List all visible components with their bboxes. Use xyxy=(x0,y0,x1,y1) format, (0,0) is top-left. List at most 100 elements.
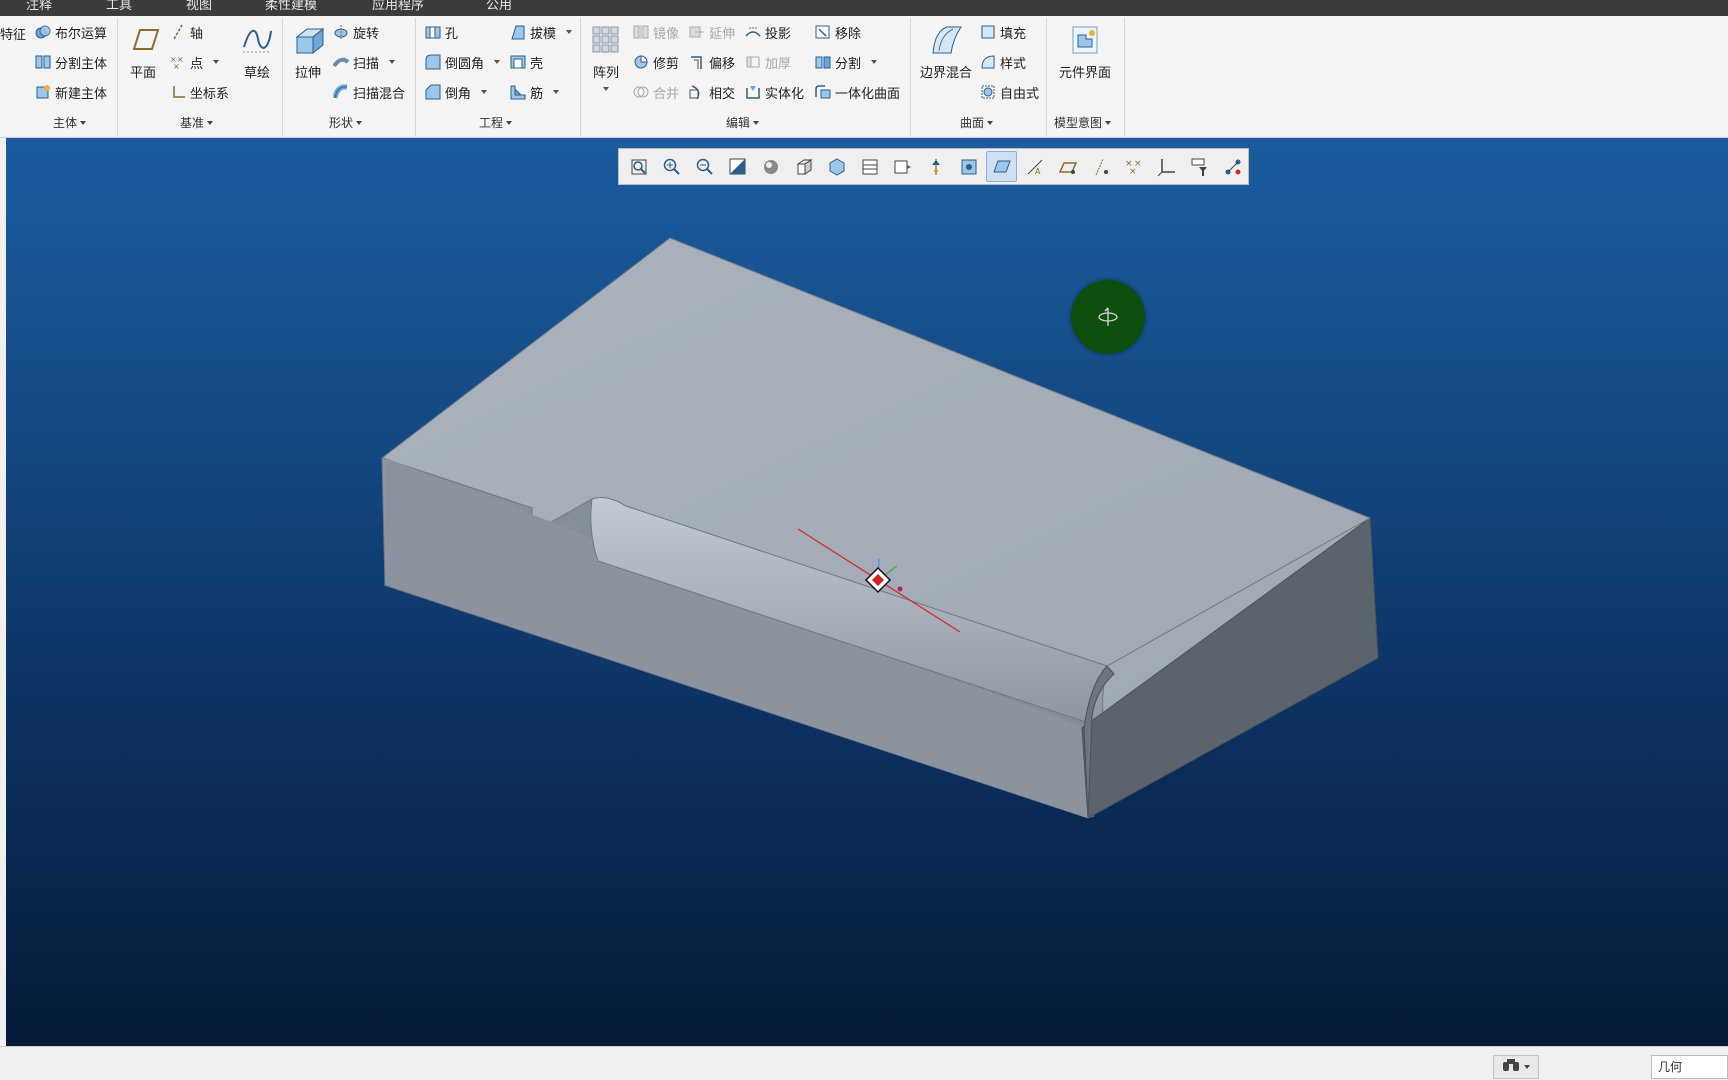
filter-icon[interactable] xyxy=(1184,151,1215,182)
graphics-window[interactable] xyxy=(6,138,1728,1046)
freestyle-button[interactable]: 自由式 xyxy=(980,81,1039,103)
freestyle-icon xyxy=(980,84,996,100)
tab-view[interactable]: 视图 xyxy=(186,0,212,13)
tab-annotate[interactable]: 注释 xyxy=(26,0,52,13)
chevron-down-icon[interactable] xyxy=(603,87,609,91)
point-button[interactable]: × × × 点 xyxy=(170,51,220,73)
chevron-down-icon[interactable] xyxy=(481,90,488,94)
view-manager-icon[interactable] xyxy=(821,151,852,182)
tab-flexible-modeling[interactable]: 柔性建模 xyxy=(265,0,317,13)
axis-display-icon[interactable] xyxy=(1085,151,1116,182)
trim-button[interactable]: 修剪 xyxy=(633,51,679,73)
chevron-down-icon[interactable] xyxy=(494,60,501,64)
saved-orientations-icon[interactable] xyxy=(788,151,819,182)
new-body-button[interactable]: 新建主体 xyxy=(35,81,107,103)
annotation-display-icon[interactable] xyxy=(986,151,1017,182)
fill-button[interactable]: 填充 xyxy=(980,21,1026,43)
mirror-icon xyxy=(633,24,649,40)
shell-button[interactable]: 壳 xyxy=(510,51,543,73)
spin-center-icon[interactable] xyxy=(953,151,984,182)
repaint-icon[interactable] xyxy=(722,151,753,182)
datum-display-icon[interactable]: A xyxy=(1019,151,1050,182)
offset-icon xyxy=(689,54,705,70)
thicken-icon xyxy=(745,54,761,70)
tab-public[interactable]: 公用 xyxy=(486,0,512,13)
unify-surface-button[interactable]: 一体化曲面 xyxy=(815,81,900,103)
fill-icon xyxy=(980,24,996,40)
axis-button[interactable]: 轴 xyxy=(170,21,203,43)
project-button[interactable]: 投影 xyxy=(745,21,791,43)
chevron-down-icon[interactable] xyxy=(566,30,573,34)
plane-display-icon[interactable] xyxy=(1052,151,1083,182)
tab-tools[interactable]: 工具 xyxy=(106,0,132,13)
shapes-group-label[interactable]: 形状 xyxy=(329,114,363,131)
intersect-button[interactable]: 相交 xyxy=(689,81,735,103)
csys-button[interactable]: 坐标系 xyxy=(170,81,229,103)
axis-icon xyxy=(170,24,186,40)
svg-text:×: × xyxy=(1129,167,1137,177)
zoom-out-icon[interactable] xyxy=(689,151,720,182)
chevron-down-icon[interactable] xyxy=(871,60,878,64)
find-button[interactable] xyxy=(1493,1055,1539,1079)
split-body-button[interactable]: 分割主体 xyxy=(35,51,107,73)
section-icon[interactable] xyxy=(854,151,885,182)
point-display-icon[interactable]: × × × xyxy=(1118,151,1149,182)
swept-blend-button[interactable]: 扫描混合 xyxy=(333,81,405,103)
chamfer-button[interactable]: 倒角 xyxy=(425,81,488,103)
extrude-button[interactable]: 拉伸 xyxy=(283,22,333,81)
spin-center-icon[interactable] xyxy=(1071,280,1145,354)
chevron-down-icon[interactable] xyxy=(553,90,560,94)
split-body-icon xyxy=(35,54,51,70)
datum-group-label[interactable]: 基准 xyxy=(180,114,214,131)
chevron-down-icon xyxy=(80,121,87,125)
sketch-button[interactable]: 草绘 xyxy=(232,22,282,81)
body-group-label[interactable]: 主体 xyxy=(53,114,87,131)
pattern-button[interactable]: 阵列 xyxy=(581,22,631,91)
mirror-button[interactable]: 镜像 xyxy=(633,21,679,43)
round-button[interactable]: 倒圆角 xyxy=(425,51,501,73)
extend-button[interactable]: 延伸 xyxy=(689,21,735,43)
remove-icon xyxy=(815,24,831,40)
display-style-icon[interactable] xyxy=(755,151,786,182)
model-intent-group-label[interactable]: 模型意图 xyxy=(1054,114,1112,131)
zoom-in-icon[interactable] xyxy=(656,151,687,182)
chevron-down-icon xyxy=(207,121,214,125)
engineering-group-label[interactable]: 工程 xyxy=(479,114,513,131)
shell-icon xyxy=(510,54,526,70)
connections-icon[interactable] xyxy=(1217,151,1248,182)
editing-group-label[interactable]: 编辑 xyxy=(726,114,760,131)
selection-filter-select[interactable]: 几何 xyxy=(1651,1055,1728,1079)
appearance-icon[interactable] xyxy=(887,151,918,182)
group-divider xyxy=(415,18,416,136)
surfaces-group-label[interactable]: 曲面 xyxy=(960,114,994,131)
perspective-icon[interactable] xyxy=(920,151,951,182)
csys-diamond-icon[interactable] xyxy=(864,566,892,594)
csys-x-end xyxy=(897,586,903,592)
revolve-icon xyxy=(333,24,349,40)
chevron-down-icon[interactable] xyxy=(1524,1065,1530,1069)
component-interface-button[interactable]: 元件界面 xyxy=(1055,22,1115,81)
rib-button[interactable]: 筋 xyxy=(510,81,560,103)
split-button[interactable]: 分割 xyxy=(815,51,878,73)
draft-button[interactable]: 拔模 xyxy=(510,21,573,43)
plane-button[interactable]: 平面 xyxy=(118,22,168,81)
revolve-button[interactable]: 旋转 xyxy=(333,21,379,43)
svg-text:×: × xyxy=(173,62,180,70)
offset-button[interactable]: 偏移 xyxy=(689,51,735,73)
chevron-down-icon[interactable] xyxy=(389,60,396,64)
chevron-down-icon[interactable] xyxy=(213,60,220,64)
thicken-button[interactable]: 加厚 xyxy=(745,51,791,73)
refit-icon[interactable] xyxy=(623,151,654,182)
remove-button[interactable]: 移除 xyxy=(815,21,861,43)
tab-applications[interactable]: 应用程序 xyxy=(372,0,424,13)
hole-icon xyxy=(425,24,441,40)
boundary-blend-button[interactable]: 边界混合 xyxy=(918,22,974,81)
hole-button[interactable]: 孔 xyxy=(425,21,458,43)
solidify-button[interactable]: 实体化 xyxy=(745,81,804,103)
sweep-button[interactable]: 扫描 xyxy=(333,51,396,73)
merge-button[interactable]: 合并 xyxy=(633,81,679,103)
svg-text:A: A xyxy=(1035,167,1041,176)
boolean-button[interactable]: 布尔运算 xyxy=(35,21,107,43)
style-button[interactable]: 样式 xyxy=(980,51,1026,73)
csys-display-icon[interactable] xyxy=(1151,151,1182,182)
